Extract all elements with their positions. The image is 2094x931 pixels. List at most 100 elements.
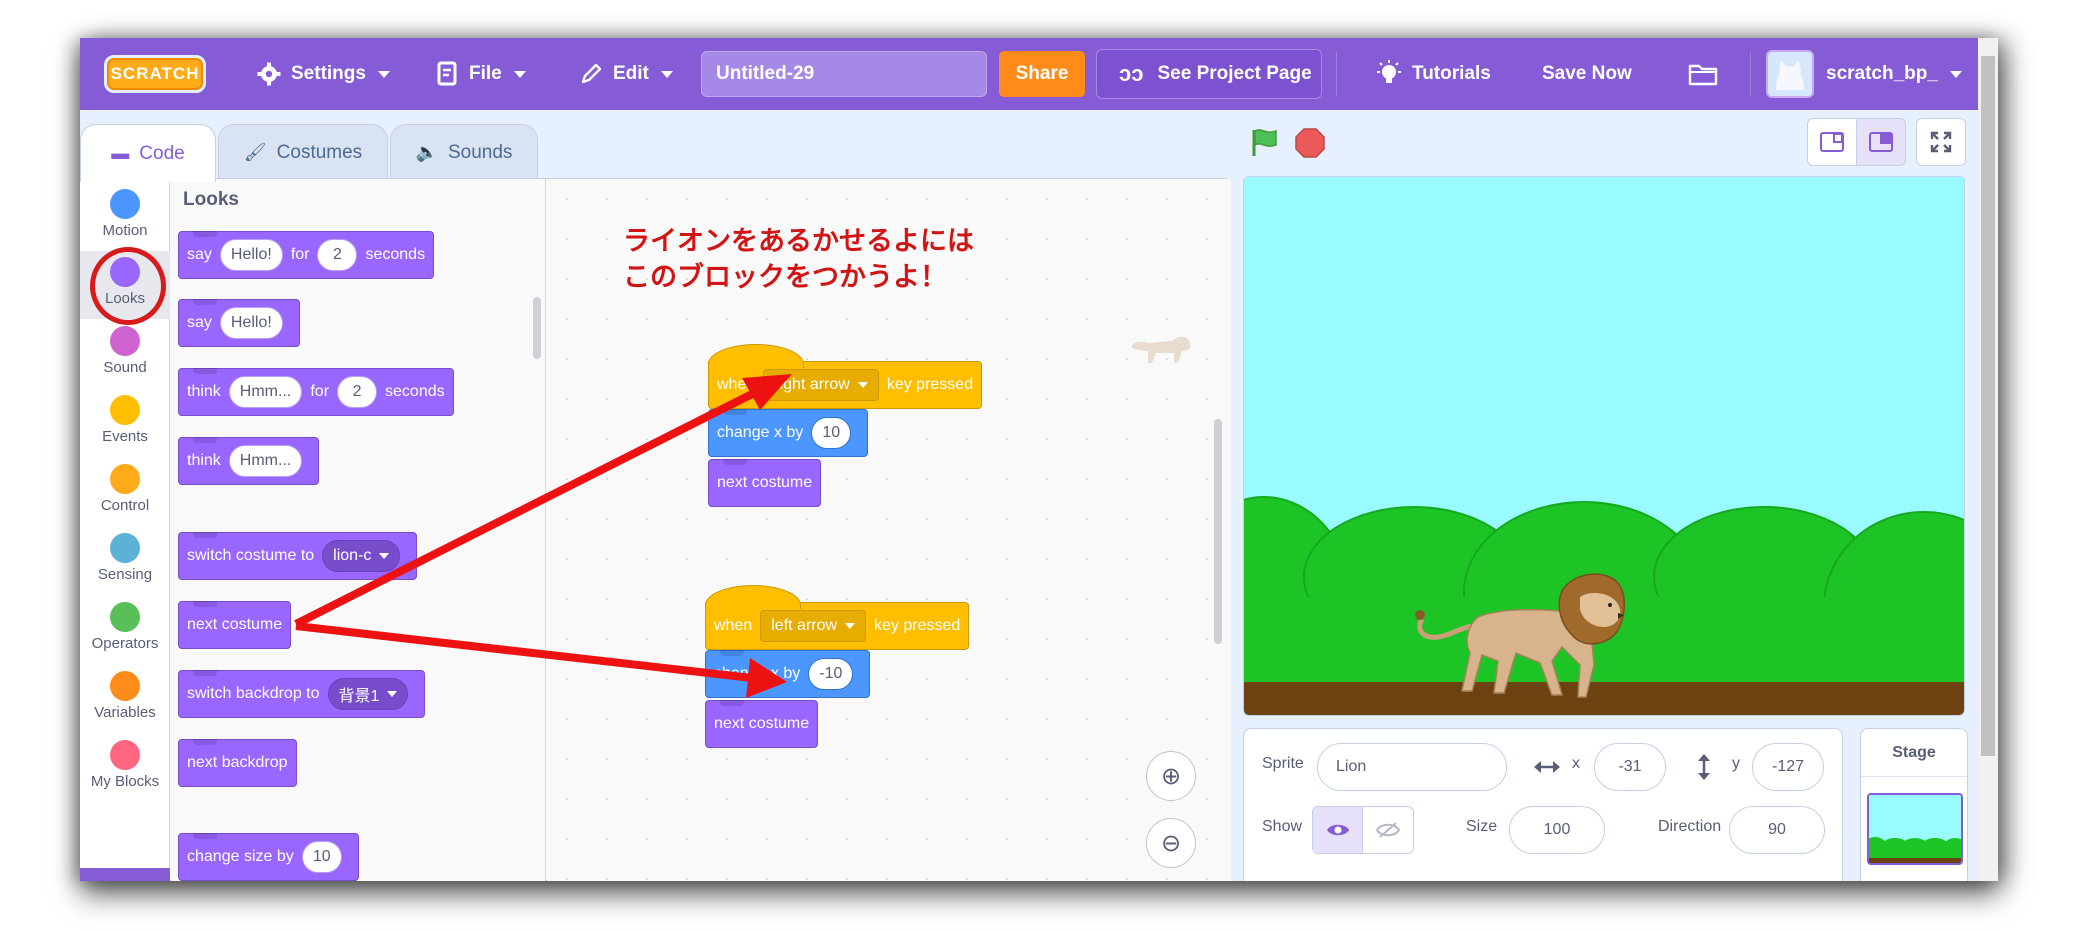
variables-dot-icon [110, 671, 140, 701]
stop-icon[interactable] [1295, 128, 1325, 158]
category-my-blocks[interactable]: My Blocks [80, 734, 170, 802]
tab-costumes[interactable]: 🖌 Costumes [218, 124, 388, 180]
zoom-out-button[interactable]: ⊖ [1146, 818, 1196, 868]
page-scrollbar-thumb[interactable] [1981, 56, 1995, 756]
think-block[interactable]: think Hmm... [178, 437, 320, 485]
key-dropdown[interactable]: left arrow [760, 610, 867, 642]
sprite-label: Sprite [1262, 755, 1304, 772]
message-input[interactable]: Hmm... [228, 445, 303, 477]
category-operators[interactable]: Operators [80, 596, 170, 664]
file-label: File [469, 63, 502, 84]
block-text: say [187, 314, 212, 331]
when-key-pressed-block[interactable]: when right arrow key pressed [708, 344, 983, 409]
tab-code[interactable]: ▬ Code [80, 124, 216, 182]
stage-selector[interactable]: Stage [1860, 728, 1968, 881]
small-stage-button[interactable] [1807, 118, 1857, 166]
my-stuff-button[interactable] [1688, 38, 1718, 110]
dx-input[interactable]: -10 [808, 658, 854, 690]
say-block[interactable]: say Hello! [178, 299, 300, 347]
say-for-block[interactable]: say Hello! for 2 seconds [178, 231, 435, 279]
message-input[interactable]: Hello! [219, 307, 283, 339]
scratch-logo[interactable]: SCRATCH [104, 38, 208, 110]
switch-costume-block[interactable]: switch costume to lion-c [178, 532, 418, 580]
stage-selector-title: Stage [1861, 729, 1967, 777]
category-looks[interactable]: Looks [80, 251, 170, 319]
message-input[interactable]: Hello! [219, 239, 283, 271]
stage-canvas[interactable] [1243, 176, 1965, 716]
zoom-in-button[interactable]: ⊕ [1146, 751, 1196, 801]
dx-input[interactable]: 10 [811, 417, 852, 449]
normal-stage-button[interactable] [1856, 118, 1906, 166]
next-costume-block[interactable]: next costume [705, 700, 819, 748]
category-control[interactable]: Control [80, 458, 170, 526]
category-variables[interactable]: Variables [80, 665, 170, 733]
account-menu[interactable]: scratch_bp_ [1826, 38, 1962, 110]
show-hidden-button[interactable] [1363, 807, 1413, 853]
save-now-button[interactable]: Save Now [1542, 38, 1632, 110]
palette-scrollbar[interactable] [533, 297, 541, 359]
sprite-name-input[interactable]: Lion [1317, 743, 1507, 791]
block-text: for [310, 383, 330, 400]
extension-button[interactable] [80, 868, 170, 881]
seconds-input[interactable]: 2 [317, 239, 358, 271]
backdrop-dropdown[interactable]: 背景1 [327, 678, 409, 710]
next-costume-block[interactable]: next costume [708, 459, 822, 507]
dropdown-value: right arrow [774, 376, 850, 393]
block-text: next costume [187, 616, 283, 633]
change-x-block[interactable]: change x by -10 [705, 650, 871, 698]
tab-costumes-label: Costumes [276, 141, 363, 163]
direction-input[interactable]: 90 [1729, 806, 1825, 854]
see-inside-icon: ↄↄ [1119, 61, 1144, 86]
change-x-block[interactable]: change x by 10 [708, 409, 869, 457]
switch-backdrop-block[interactable]: switch backdrop to 背景1 [178, 670, 426, 718]
settings-label: Settings [291, 63, 366, 84]
size-change-input[interactable]: 10 [301, 841, 342, 873]
scratch-editor-window: SCRATCH Settings File Edit Untitled-29 S… [80, 38, 1998, 881]
stage-thumbnail[interactable] [1867, 793, 1963, 865]
annotation: ライオンをあるかせるよには このブロックをつかうよ！ [623, 224, 974, 296]
avatar[interactable] [1766, 50, 1814, 98]
settings-menu[interactable]: Settings [257, 38, 390, 110]
message-input[interactable]: Hmm... [228, 376, 303, 408]
edit-menu[interactable]: Edit [579, 38, 673, 110]
y-input[interactable]: -127 [1752, 743, 1824, 791]
tab-sounds[interactable]: 🔈 Sounds [390, 124, 538, 180]
palette-title: Looks [183, 189, 239, 210]
speaker-icon: 🔈 [415, 142, 438, 162]
see-project-page-button[interactable]: ↄↄ See Project Page [1096, 49, 1322, 99]
block-text: change x by [717, 424, 804, 441]
block-text: for [290, 246, 310, 263]
change-size-block[interactable]: change size by 10 [178, 833, 359, 881]
category-events[interactable]: Events [80, 389, 170, 457]
username-label: scratch_bp_ [1826, 63, 1938, 84]
chevron-down-icon [857, 382, 868, 388]
size-input[interactable]: 100 [1509, 806, 1605, 854]
x-input[interactable]: -31 [1594, 743, 1666, 791]
tutorials-button[interactable]: Tutorials [1376, 38, 1491, 110]
seconds-input[interactable]: 2 [337, 376, 378, 408]
costume-dropdown[interactable]: lion-c [322, 540, 401, 572]
category-motion[interactable]: Motion [80, 183, 170, 251]
green-flag-icon[interactable] [1248, 126, 1280, 158]
block-text: when [714, 617, 753, 634]
fullscreen-button[interactable] [1916, 118, 1966, 166]
next-costume-block[interactable]: next costume [178, 601, 292, 649]
lion-sprite[interactable] [1412, 569, 1632, 699]
when-key-pressed-block[interactable]: when left arrow key pressed [705, 585, 970, 650]
file-menu[interactable]: File [437, 38, 526, 110]
show-visible-button[interactable] [1313, 807, 1363, 853]
project-title-input[interactable]: Untitled-29 [701, 51, 987, 97]
eye-slash-icon [1376, 822, 1400, 838]
menu-divider [1336, 52, 1337, 96]
workspace-scrollbar[interactable] [1214, 419, 1222, 644]
next-backdrop-block[interactable]: next backdrop [178, 739, 297, 787]
key-dropdown[interactable]: right arrow [763, 369, 879, 401]
share-button[interactable]: Share [999, 51, 1085, 97]
show-toggle [1312, 806, 1414, 854]
category-sound[interactable]: Sound [80, 320, 170, 388]
think-for-block[interactable]: think Hmm... for 2 seconds [178, 368, 454, 416]
chevron-down-icon [379, 553, 390, 559]
category-sensing[interactable]: Sensing [80, 527, 170, 595]
page-scrollbar[interactable] [1978, 38, 1998, 881]
pencil-icon [581, 63, 602, 84]
